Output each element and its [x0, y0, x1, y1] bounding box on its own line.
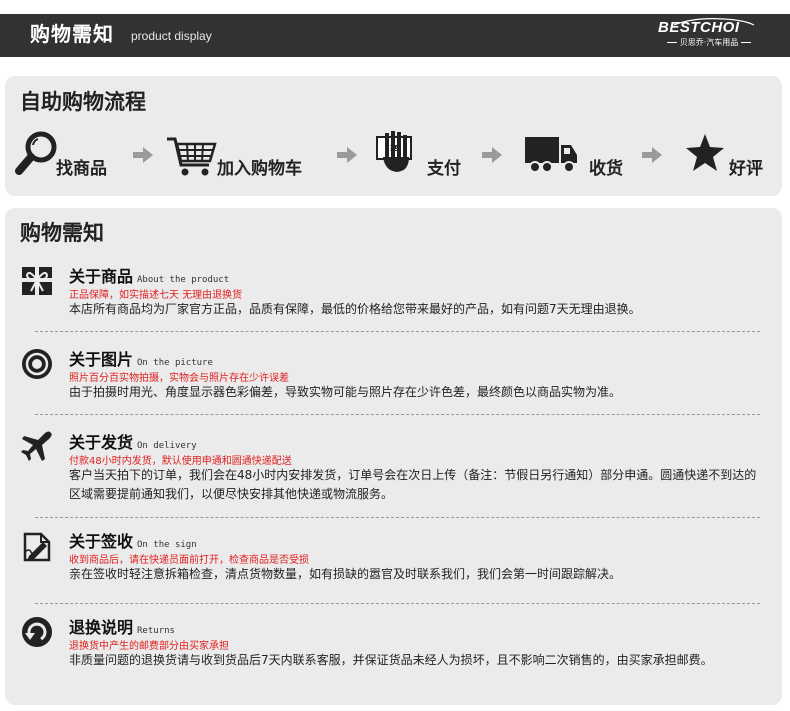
arrow-right-icon	[133, 147, 153, 163]
brand-tagline: 贝思乔·汽车用品	[654, 37, 764, 48]
header-bar: 购物需知 product display BESTCHOI 贝思乔·汽车用品	[0, 0, 790, 57]
process-title: 自助购物流程	[20, 90, 146, 114]
notice-item-returns: 退换说明 Returns 退换货中产生的邮费部分由买家承担 非质量问题的退换货请与…	[17, 614, 767, 699]
item-heading: 关于签收 On the sign	[69, 528, 197, 552]
item-title: 关于发货	[69, 433, 134, 452]
item-title: 关于图片	[69, 350, 134, 369]
item-body: 本店所有商品均为厂家官方正品，品质有保障，最低的价格给您带来最好的产品，如有问题…	[69, 302, 641, 316]
item-title: 退换说明	[69, 618, 134, 637]
item-title: 关于商品	[69, 267, 134, 286]
item-highlight: 退换货中产生的邮费部分由买家承担	[69, 641, 229, 652]
item-title: 关于签收	[69, 532, 134, 551]
step-label: 收货	[589, 159, 623, 179]
item-heading: 关于图片 On the picture	[69, 346, 213, 370]
process-step-review: 好评	[685, 131, 777, 181]
brand-name: BESTCHOI	[658, 19, 740, 36]
item-body: 非质量问题的退换货请与收到货品后7天内联系客服，并保证货品未经人为损坏，且不影响…	[69, 653, 713, 667]
arrow-right-icon	[642, 147, 662, 163]
airplane-icon	[21, 431, 52, 461]
shopping-process-panel: 自助购物流程 找商品 加入购物车 ¥ 支付 收货 好评	[5, 76, 782, 196]
item-highlight: 正品保障，如实描述七天 无理由退换货	[69, 290, 243, 301]
notice-title: 购物需知	[20, 221, 104, 245]
process-step-find: 找商品	[15, 131, 125, 181]
page-subtitle: product display	[131, 29, 212, 43]
item-title-en: On the sign	[137, 540, 197, 550]
delivery-truck-icon	[525, 137, 577, 173]
camera-lens-icon	[22, 349, 52, 379]
return-arrow-icon	[22, 617, 52, 647]
step-label: 找商品	[56, 159, 107, 179]
item-title-en: On the picture	[137, 358, 213, 368]
arrow-right-icon	[482, 147, 502, 163]
payment-hand-icon: ¥	[376, 131, 412, 172]
star-icon	[686, 134, 724, 171]
notice-item-picture: 关于图片 On the picture 照片百分百实物拍摄，实物会与照片存在少许误…	[17, 346, 767, 411]
step-label: 好评	[729, 159, 763, 179]
process-step-cart: 加入购物车	[165, 131, 325, 181]
divider	[35, 414, 760, 415]
item-highlight: 收到商品后，请在快递员面前打开，检查商品是否受损	[69, 555, 309, 566]
item-highlight: 照片百分百实物拍摄，实物会与照片存在少许误差	[69, 373, 289, 384]
notice-item-product: 关于商品 About the product 正品保障，如实描述七天 无理由退换货…	[17, 263, 767, 328]
item-heading: 退换说明 Returns	[69, 614, 175, 638]
process-step-pay: ¥ 支付	[375, 131, 475, 181]
notice-item-delivery: 关于发货 On delivery 付款48小时内发货，默认使用申通和圆通快递配送 …	[17, 429, 767, 514]
item-heading: 关于商品 About the product	[69, 263, 229, 287]
item-title-en: About the product	[137, 275, 230, 285]
process-step-receive: 收货	[523, 131, 638, 181]
step-label: 支付	[427, 159, 461, 179]
brand-logo: BESTCHOI 贝思乔·汽车用品	[654, 18, 764, 52]
shopping-notice-panel: 购物需知 关于商品 About the product 正品保障，如实描述七天 无…	[5, 208, 782, 705]
item-body: 由于拍摄时用光、角度显示器色彩偏差，导致实物可能与照片存在少许色差，最终颜色以商…	[69, 385, 622, 399]
sign-pen-icon	[23, 532, 51, 562]
divider	[35, 517, 760, 518]
page-title: 购物需知	[30, 22, 114, 46]
arrow-right-icon	[337, 147, 357, 163]
item-title-en: On delivery	[137, 441, 197, 451]
divider	[35, 331, 760, 332]
item-highlight: 付款48小时内发货，默认使用申通和圆通快递配送	[69, 456, 292, 467]
item-heading: 关于发货 On delivery	[69, 429, 197, 453]
gift-icon	[22, 267, 52, 295]
notice-item-sign: 关于签收 On the sign 收到商品后，请在快递员面前打开，检查商品是否受损…	[17, 528, 767, 593]
item-body: 亲在签收时轻注意拆箱检查，清点货物数量，如有损缺的嚣官及时联系我们，我们会第一时…	[69, 567, 622, 581]
step-label: 加入购物车	[217, 159, 302, 179]
divider	[35, 603, 760, 604]
shopping-cart-icon	[167, 137, 217, 176]
item-title-en: Returns	[137, 626, 175, 636]
item-body: 客户当天拍下的订单，我们会在48小时内安排发货，订单号会在次日上传（备注：节假日…	[69, 468, 757, 501]
magnifier-icon	[15, 131, 57, 175]
